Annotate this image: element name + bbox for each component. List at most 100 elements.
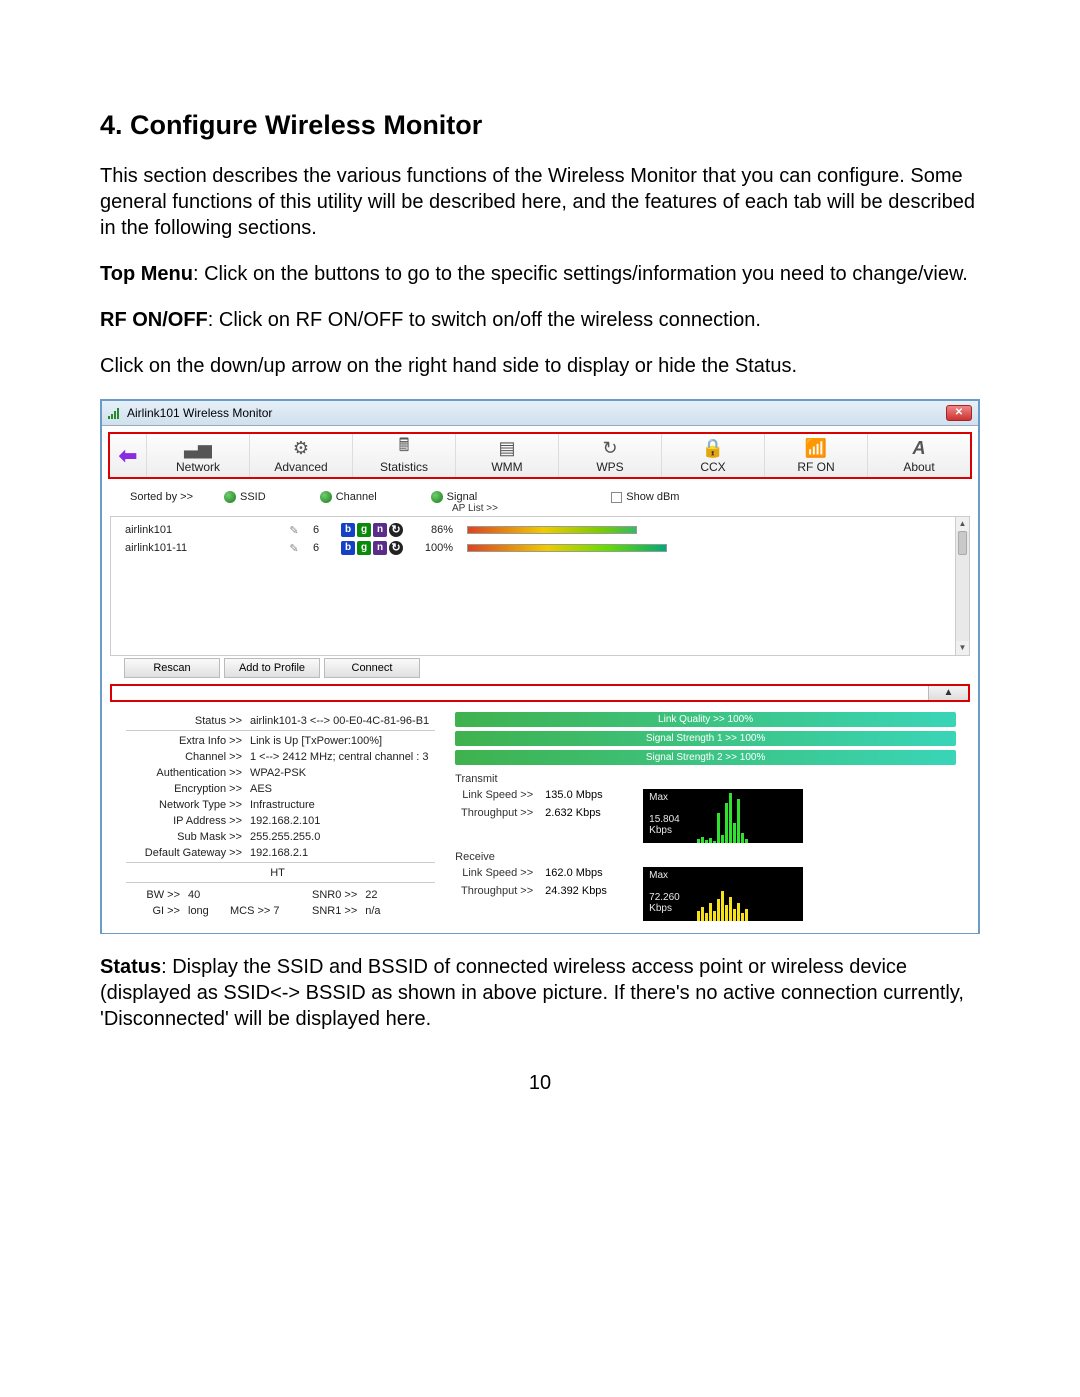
sort-channel-radio[interactable]: Channel	[320, 491, 377, 503]
encryption-key: Encryption >>	[126, 782, 248, 796]
tab-statistics-label: Statistics	[353, 460, 455, 474]
mode-badges: bgn↻	[341, 523, 403, 537]
transmit-label: Transmit	[455, 773, 956, 785]
mask-value: 255.255.255.0	[250, 830, 435, 844]
tab-ccx[interactable]: 🔒CCX	[661, 434, 764, 477]
window-close-button[interactable]: ✕	[946, 405, 972, 421]
signal-bar	[467, 526, 637, 534]
tab-wmm[interactable]: ▤WMM	[455, 434, 558, 477]
ap-channel: 6	[313, 524, 333, 536]
status-text: : Display the SSID and BSSID of connecte…	[100, 956, 964, 1030]
sort-ssid-radio[interactable]: SSID	[224, 491, 266, 503]
status-label: Status	[100, 956, 161, 978]
topmenu-label: Top Menu	[100, 263, 193, 285]
ap-ssid: airlink101-11	[125, 542, 275, 554]
collapse-toggle-bar: ▲	[110, 684, 970, 702]
sort-signal-radio[interactable]: Signal	[431, 491, 478, 503]
show-dbm-checkbox[interactable]: Show dBm	[611, 491, 679, 503]
topmenu-paragraph: Top Menu: Click on the buttons to go to …	[100, 261, 980, 287]
wireless-monitor-window: Airlink101 Wireless Monitor ✕ ⬅ ▃▅Networ…	[100, 399, 980, 934]
connect-button[interactable]: Connect	[324, 658, 420, 678]
status-key: Status >>	[126, 714, 248, 728]
antenna-icon: 📶	[765, 436, 867, 460]
gi-key: GI >>	[126, 904, 186, 918]
snr1-value: n/a	[365, 904, 386, 918]
nettype-key: Network Type >>	[126, 798, 248, 812]
collapse-arrow-button[interactable]: ▲	[928, 686, 968, 700]
security-icon: ✎	[283, 542, 305, 555]
page-number: 10	[100, 1072, 980, 1095]
lock-icon: 🔒	[662, 436, 764, 460]
extrainfo-key: Extra Info >>	[126, 734, 248, 748]
snr0-value: 22	[365, 888, 386, 902]
chart-max-label: Max	[649, 870, 668, 881]
rx-linkspeed-key: Link Speed >>	[455, 867, 533, 879]
tab-ccx-label: CCX	[662, 460, 764, 474]
ip-key: IP Address >>	[126, 814, 248, 828]
tx-linkspeed-key: Link Speed >>	[455, 789, 533, 801]
tx-throughput-key: Throughput >>	[455, 807, 533, 819]
transmit-chart: Max15.804Kbps	[643, 789, 803, 843]
bw-key: BW >>	[126, 888, 186, 902]
qos-icon: ▤	[456, 436, 558, 460]
mode-badges: bgn↻	[341, 541, 403, 555]
tab-about[interactable]: AAbout	[867, 434, 970, 477]
mask-key: Sub Mask >>	[126, 830, 248, 844]
window-titlebar[interactable]: Airlink101 Wireless Monitor ✕	[102, 401, 978, 426]
scroll-up-icon[interactable]: ▲	[956, 517, 969, 531]
tab-rfon[interactable]: 📶RF ON	[764, 434, 867, 477]
tab-rfon-label: RF ON	[765, 460, 867, 474]
snr0-key: SNR0 >>	[312, 888, 363, 902]
scroll-thumb[interactable]	[958, 531, 967, 555]
ap-row[interactable]: airlink101-11 ✎ 6 bgn↻ 100%	[125, 541, 955, 555]
chart-unit: Kbps	[649, 825, 672, 836]
tab-network[interactable]: ▃▅Network	[146, 434, 249, 477]
tab-advanced-label: Advanced	[250, 460, 352, 474]
topmenu-text: : Click on the buttons to go to the spec…	[193, 263, 968, 285]
sort-bar: Sorted by >> SSID Channel Signal Show dB…	[102, 485, 978, 505]
extrainfo-value: Link is Up [TxPower:100%]	[250, 734, 435, 748]
back-button[interactable]: ⬅	[110, 434, 146, 477]
rx-throughput-key: Throughput >>	[455, 885, 533, 897]
gateway-key: Default Gateway >>	[126, 846, 248, 860]
add-to-profile-button[interactable]: Add to Profile	[224, 658, 320, 678]
gears-icon: ⚙	[250, 436, 352, 460]
security-icon: ✎	[283, 524, 305, 537]
bw-value: 40	[188, 888, 228, 902]
gateway-value: 192.168.2.1	[250, 846, 435, 860]
mcs-key: MCS >>	[230, 905, 270, 917]
ht-table: BW >>40 SNR0 >>22 GI >>long MCS >> 7 SNR…	[124, 886, 389, 920]
tx-linkspeed-value: 135.0 Mbps	[545, 789, 635, 801]
tab-wps[interactable]: ↻WPS	[558, 434, 661, 477]
arrow-paragraph: Click on the down/up arrow on the right …	[100, 353, 980, 379]
status-paragraph: Status: Display the SSID and BSSID of co…	[100, 954, 980, 1032]
rescan-button[interactable]: Rescan	[124, 658, 220, 678]
ap-row[interactable]: airlink101 ✎ 6 bgn↻ 86%	[125, 523, 955, 537]
ap-signal-pct: 100%	[411, 542, 459, 554]
rx-throughput-value: 24.392 Kbps	[545, 885, 635, 897]
channel-key: Channel >>	[126, 750, 248, 764]
signal1-bar: Signal Strength 1 >> 100%	[455, 731, 956, 746]
auth-value: WPA2-PSK	[250, 766, 435, 780]
calculator-icon: 🖩	[353, 436, 455, 460]
radio-icon	[431, 491, 443, 503]
rx-linkspeed-value: 162.0 Mbps	[545, 867, 635, 879]
tab-about-label: About	[868, 460, 970, 474]
chart-value: 15.804	[649, 814, 680, 825]
tab-advanced[interactable]: ⚙Advanced	[249, 434, 352, 477]
router-icon: ▃▅	[147, 436, 249, 460]
tab-statistics[interactable]: 🖩Statistics	[352, 434, 455, 477]
sort-ssid-label: SSID	[240, 491, 266, 503]
tab-wps-label: WPS	[559, 460, 661, 474]
status-value: airlink101-3 <--> 00-E0-4C-81-96-B1	[250, 714, 435, 728]
status-panel: Status >>airlink101-3 <--> 00-E0-4C-81-9…	[102, 702, 978, 933]
ht-label: HT	[126, 866, 435, 880]
chart-value: 72.260	[649, 892, 680, 903]
scroll-down-icon[interactable]: ▼	[956, 641, 969, 655]
show-dbm-label: Show dBm	[626, 491, 679, 503]
ap-list: airlink101 ✎ 6 bgn↻ 86% airlink101-11 ✎ …	[110, 516, 970, 656]
sort-signal-label: Signal	[447, 491, 478, 503]
snr1-key: SNR1 >>	[312, 904, 363, 918]
scrollbar[interactable]: ▲ ▼	[955, 517, 969, 655]
receive-label: Receive	[455, 851, 956, 863]
